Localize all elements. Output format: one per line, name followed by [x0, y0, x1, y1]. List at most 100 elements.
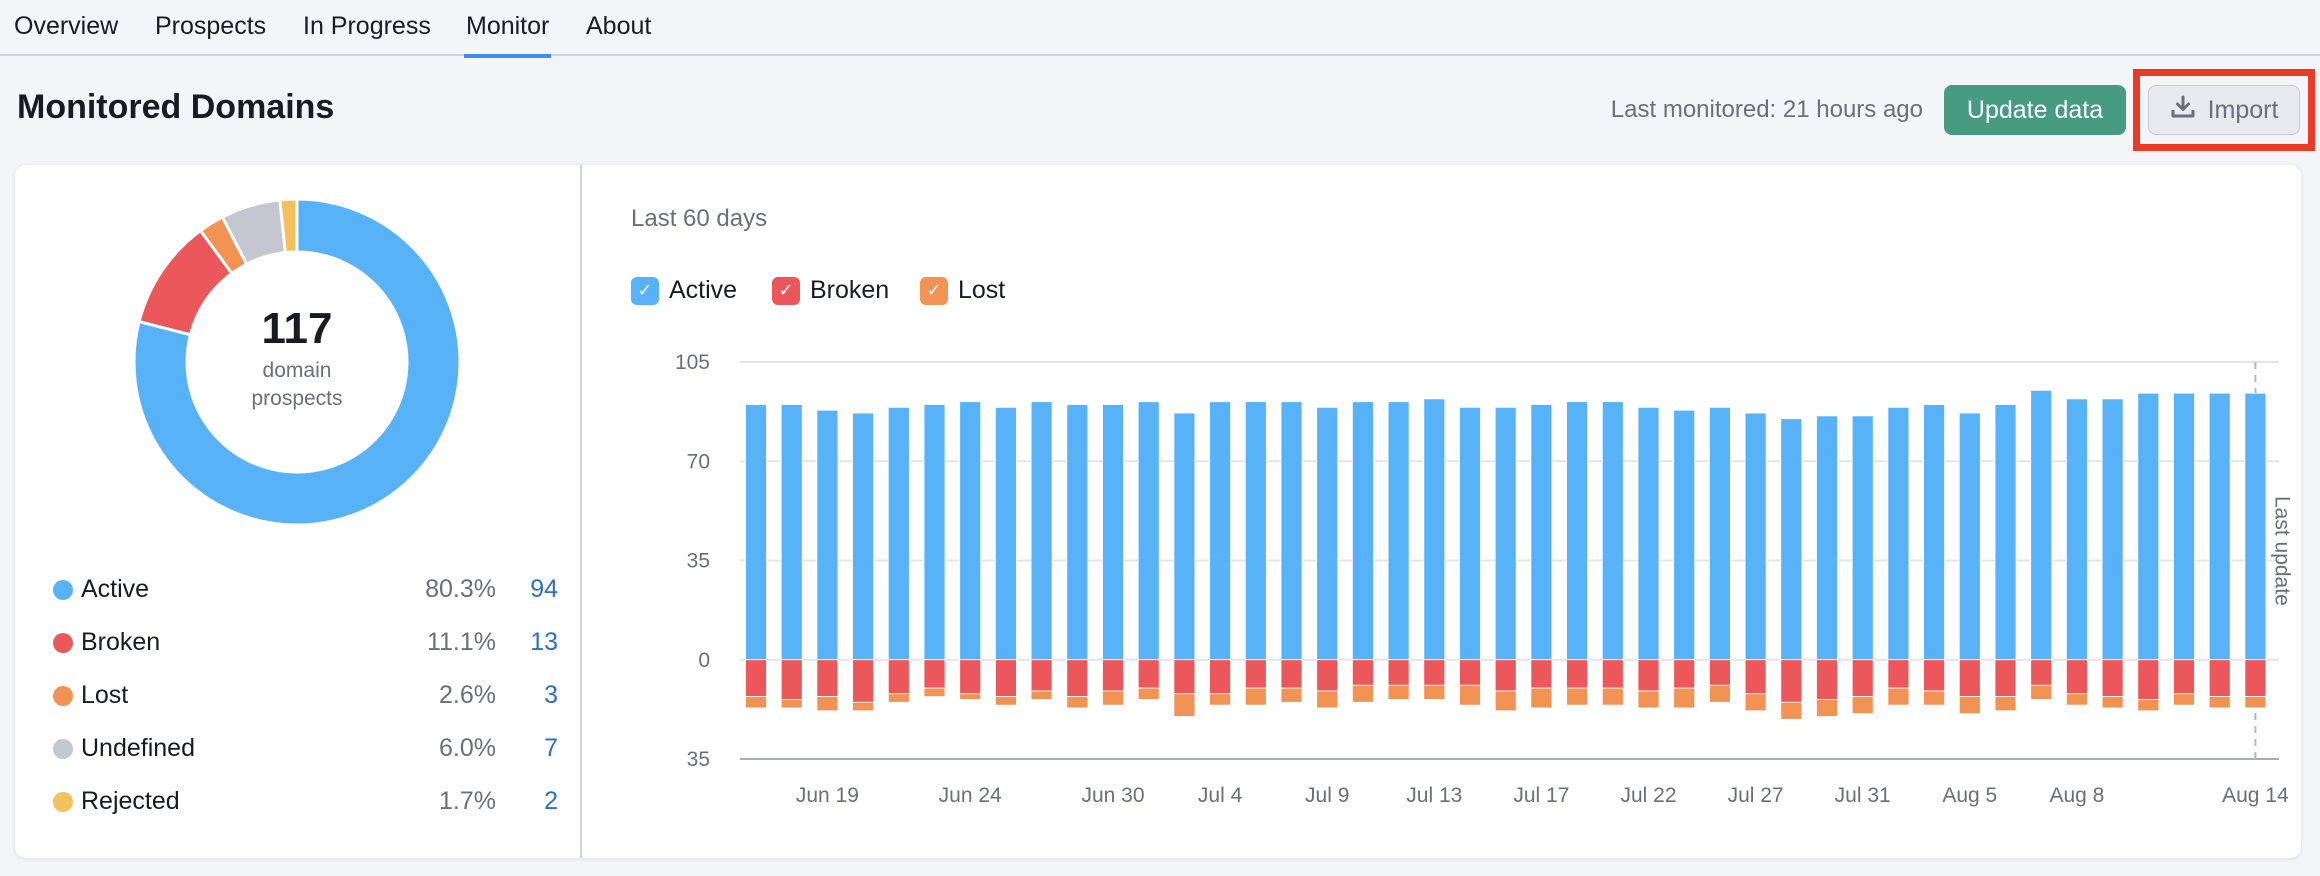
bar-active[interactable] — [923, 404, 946, 661]
bar-lost[interactable] — [816, 696, 839, 712]
bar-broken[interactable] — [1601, 659, 1624, 689]
bar-active[interactable] — [1030, 401, 1053, 661]
bar-active[interactable] — [852, 412, 875, 661]
bar-broken[interactable] — [1423, 659, 1446, 686]
bar-active[interactable] — [1173, 412, 1196, 661]
bar-active[interactable] — [1494, 406, 1517, 661]
bar-active[interactable] — [1352, 401, 1374, 661]
bar-broken[interactable] — [1137, 659, 1160, 689]
legend-count-link[interactable]: 13 — [530, 628, 558, 657]
legend-count-link[interactable]: 94 — [530, 575, 558, 604]
bar-broken[interactable] — [1030, 659, 1053, 692]
bar-broken[interactable] — [923, 659, 946, 689]
bar-active[interactable] — [1530, 404, 1553, 661]
bar-active[interactable] — [1244, 401, 1267, 661]
bar-active[interactable] — [1780, 418, 1803, 661]
bar-active[interactable] — [816, 409, 839, 661]
bar-broken[interactable] — [1530, 659, 1553, 689]
bar-active[interactable] — [1280, 401, 1303, 661]
bar-lost[interactable] — [1387, 684, 1410, 700]
bar-broken[interactable] — [1958, 659, 1981, 698]
bar-broken[interactable] — [1816, 659, 1838, 700]
bar-lost[interactable] — [1673, 687, 1696, 709]
bar-lost[interactable] — [1887, 687, 1910, 706]
bar-broken[interactable] — [1494, 659, 1517, 692]
bar-active[interactable] — [1816, 415, 1838, 661]
bar-broken[interactable] — [852, 659, 875, 703]
bar-active[interactable] — [2244, 392, 2267, 661]
bar-broken[interactable] — [1102, 659, 1124, 692]
bar-lost[interactable] — [1637, 690, 1660, 709]
bar-lost[interactable] — [994, 696, 1017, 706]
bar-active[interactable] — [1209, 401, 1231, 661]
bar-lost[interactable] — [1173, 693, 1196, 717]
bar-active[interactable] — [1387, 401, 1410, 661]
bar-broken[interactable] — [1173, 659, 1196, 695]
bar-active[interactable] — [1923, 404, 1945, 661]
bar-broken[interactable] — [1387, 659, 1410, 686]
bar-active[interactable] — [780, 404, 803, 661]
bar-lost[interactable] — [1244, 687, 1267, 706]
bar-lost[interactable] — [2066, 693, 2088, 706]
bar-lost[interactable] — [1744, 693, 1767, 712]
bar-broken[interactable] — [994, 659, 1017, 698]
bar-lost[interactable] — [1102, 690, 1124, 706]
bar-broken[interactable] — [2101, 659, 2124, 698]
bar-lost[interactable] — [1137, 687, 1160, 700]
bar-lost[interactable] — [1209, 693, 1231, 706]
bar-active[interactable] — [1994, 404, 2017, 661]
bar-lost[interactable] — [2137, 699, 2160, 712]
bar-active[interactable] — [887, 406, 910, 661]
tab-overview[interactable]: Overview — [14, 12, 118, 56]
bar-lost[interactable] — [1494, 690, 1517, 712]
bar-lost[interactable] — [1030, 690, 1053, 700]
bar-active[interactable] — [1102, 404, 1124, 661]
bar-lost[interactable] — [1851, 696, 1874, 715]
bar-lost[interactable] — [1566, 687, 1588, 706]
bar-broken[interactable] — [2137, 659, 2160, 700]
bar-broken[interactable] — [1923, 659, 1945, 692]
bar-lost[interactable] — [1958, 696, 1981, 715]
bar-active[interactable] — [1709, 406, 1731, 661]
bar-lost[interactable] — [1316, 690, 1339, 709]
tab-in-progress[interactable]: In Progress — [303, 12, 431, 56]
bar-active[interactable] — [1887, 406, 1910, 661]
bar-lost[interactable] — [1601, 687, 1624, 706]
bar-lost[interactable] — [780, 699, 803, 709]
bar-broken[interactable] — [1887, 659, 1910, 689]
bar-broken[interactable] — [2208, 659, 2231, 698]
import-button[interactable]: Import — [2148, 85, 2300, 135]
bar-lost[interactable] — [745, 696, 767, 709]
bar-active[interactable] — [2030, 389, 2053, 661]
legend-count-link[interactable]: 2 — [544, 787, 558, 816]
bar-lost[interactable] — [1709, 684, 1731, 703]
bar-broken[interactable] — [1459, 659, 1481, 686]
bar-active[interactable] — [994, 406, 1017, 661]
bar-lost[interactable] — [852, 701, 875, 712]
bar-active[interactable] — [1673, 409, 1696, 661]
bar-lost[interactable] — [887, 693, 910, 703]
bar-active[interactable] — [1744, 412, 1767, 661]
bar-broken[interactable] — [1566, 659, 1588, 689]
bar-broken[interactable] — [1994, 659, 2017, 698]
tab-monitor[interactable]: Monitor — [463, 12, 552, 58]
bar-active[interactable] — [2101, 398, 2124, 661]
bar-active[interactable] — [2208, 392, 2231, 661]
bar-broken[interactable] — [1209, 659, 1231, 695]
bar-broken[interactable] — [780, 659, 803, 700]
bar-broken[interactable] — [2244, 659, 2267, 698]
bar-broken[interactable] — [2030, 659, 2053, 686]
update-data-button[interactable]: Update data — [1944, 85, 2126, 135]
bar-active[interactable] — [2137, 392, 2160, 661]
bar-lost[interactable] — [2173, 693, 2195, 706]
bar-active[interactable] — [1137, 401, 1160, 661]
bar-broken[interactable] — [959, 659, 982, 695]
bar-lost[interactable] — [1923, 690, 1945, 706]
bar-broken[interactable] — [816, 659, 839, 698]
bar-lost[interactable] — [2208, 696, 2231, 709]
bar-active[interactable] — [1601, 401, 1624, 661]
bar-broken[interactable] — [2173, 659, 2195, 695]
legend-count-link[interactable]: 7 — [544, 734, 558, 763]
bar-lost[interactable] — [1066, 696, 1089, 709]
bar-broken[interactable] — [1066, 659, 1089, 698]
